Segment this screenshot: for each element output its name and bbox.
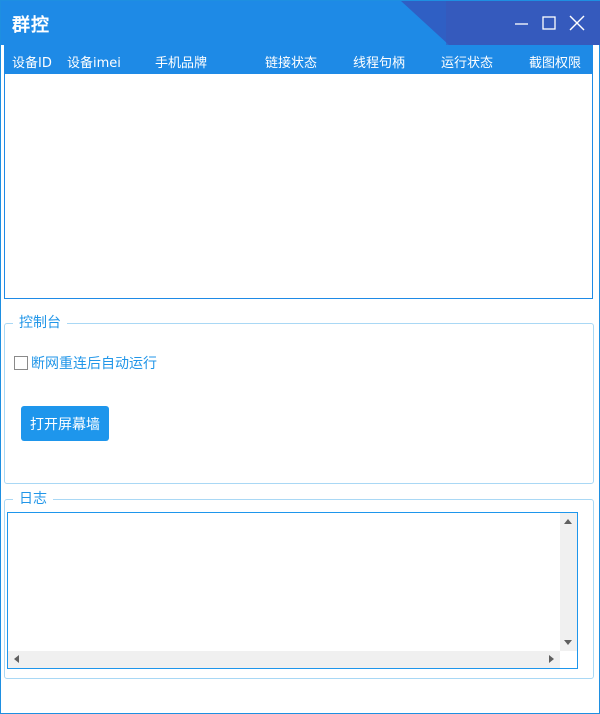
maximize-icon — [542, 16, 556, 30]
column-header-brand[interactable]: 手机品牌 — [155, 52, 207, 71]
open-screen-wall-button[interactable]: 打开屏幕墙 — [21, 406, 109, 441]
console-group: 控制台 断网重连后自动运行 打开屏幕墙 — [4, 314, 594, 484]
window-title: 群控 — [12, 15, 50, 36]
close-icon — [569, 15, 585, 31]
column-header-run-status[interactable]: 运行状态 — [441, 52, 493, 71]
auto-run-label[interactable]: 断网重连后自动运行 — [31, 353, 157, 373]
column-header-device-id[interactable]: 设备ID — [12, 52, 52, 71]
scrollbar-corner — [560, 651, 577, 668]
log-textarea[interactable] — [7, 512, 578, 669]
main-window: 群控 设备ID 设备imei 手机品牌 链接状态 线程句柄 运行状态 截图权限 … — [0, 0, 600, 714]
minimize-icon — [515, 23, 528, 25]
column-header-connection-status[interactable]: 链接状态 — [265, 52, 317, 71]
minimize-button[interactable] — [512, 13, 532, 33]
column-header-screenshot-permission[interactable]: 截图权限 — [529, 52, 581, 71]
device-table[interactable]: 设备ID 设备imei 手机品牌 链接状态 线程句柄 运行状态 截图权限 — [4, 45, 593, 299]
scroll-up-arrow-icon[interactable] — [564, 519, 572, 524]
console-legend: 控制台 — [13, 314, 67, 332]
auto-run-checkbox[interactable] — [14, 356, 28, 370]
table-header: 设备ID 设备imei 手机品牌 链接状态 线程句柄 运行状态 截图权限 — [5, 46, 592, 74]
close-button[interactable] — [567, 13, 587, 33]
auto-run-option[interactable]: 断网重连后自动运行 — [14, 354, 157, 372]
scroll-down-arrow-icon[interactable] — [564, 640, 572, 645]
scroll-right-arrow-icon[interactable] — [549, 655, 554, 663]
horizontal-scrollbar[interactable] — [8, 651, 560, 668]
maximize-button[interactable] — [539, 13, 559, 33]
column-header-imei[interactable]: 设备imei — [67, 52, 121, 71]
column-header-thread-handle[interactable]: 线程句柄 — [353, 52, 405, 71]
log-legend: 日志 — [13, 490, 53, 508]
scroll-left-arrow-icon[interactable] — [14, 655, 19, 663]
log-group: 日志 — [4, 490, 594, 679]
vertical-scrollbar[interactable] — [560, 513, 577, 651]
title-bar[interactable]: 群控 — [1, 1, 600, 45]
